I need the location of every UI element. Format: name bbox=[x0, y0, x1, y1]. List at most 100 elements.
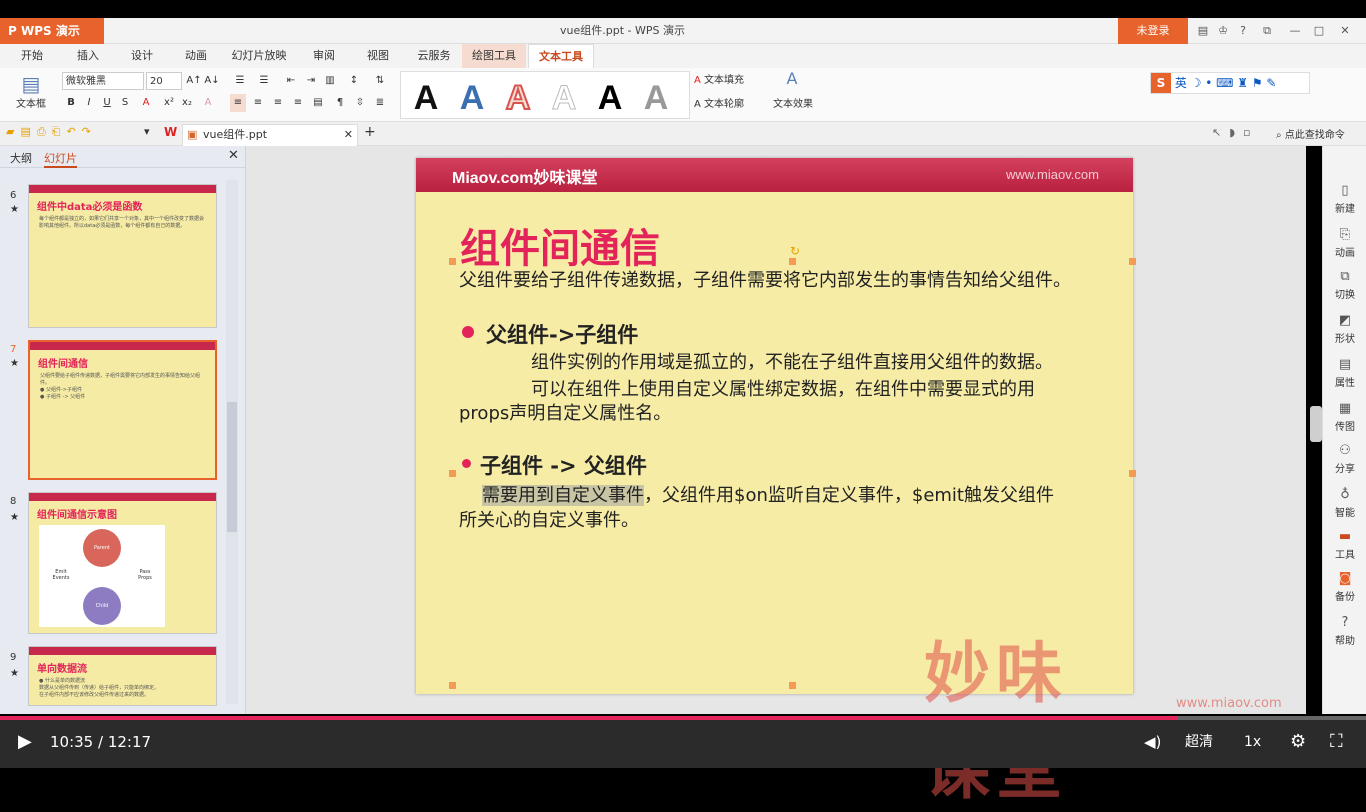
selection-handle[interactable] bbox=[1129, 470, 1136, 477]
font-size-select[interactable]: 20 bbox=[146, 72, 182, 90]
distribute-icon[interactable]: ▤ bbox=[310, 94, 326, 112]
restore-icon[interactable]: ⧉ bbox=[1256, 18, 1278, 44]
text-options-icon[interactable]: ≣ bbox=[372, 94, 388, 112]
tab-start[interactable]: 开始 bbox=[8, 44, 56, 68]
quality-button[interactable]: 超清 bbox=[1185, 716, 1213, 768]
share-button[interactable]: ⚇ 分享 bbox=[1323, 442, 1366, 486]
quick-tools-icon[interactable]: ▰▤⎙⎗↶↷ bbox=[6, 125, 97, 139]
selection-handle[interactable] bbox=[449, 258, 456, 265]
tab-outline[interactable]: 大纲 bbox=[10, 150, 32, 166]
help-button[interactable]: ? 帮助 bbox=[1323, 614, 1366, 658]
bold-icon[interactable]: B bbox=[64, 94, 78, 112]
speed-button[interactable]: 1x bbox=[1244, 716, 1261, 768]
tab-text-tools[interactable]: 文本工具 bbox=[528, 44, 594, 68]
tab-cloud[interactable]: 云服务 bbox=[408, 44, 460, 68]
tab-review[interactable]: 审阅 bbox=[300, 44, 348, 68]
new-button[interactable]: ▯ 新建 bbox=[1323, 182, 1366, 226]
slide[interactable]: Miaov.com妙味课堂 www.miaov.com 组件间通信 ↻ 父组件要… bbox=[416, 158, 1282, 808]
selection-handle[interactable] bbox=[789, 682, 796, 689]
settings-icon[interactable]: ⚙ bbox=[1290, 716, 1306, 768]
ime-mode[interactable]: 英 bbox=[1175, 76, 1187, 90]
columns-icon[interactable]: ▥ bbox=[320, 72, 340, 90]
subscript-icon[interactable]: x₂ bbox=[180, 94, 194, 112]
align-center-icon[interactable]: ≡ bbox=[250, 94, 266, 112]
shrink-font-icon[interactable]: A↓ bbox=[204, 72, 220, 90]
heading-parent-to-child[interactable]: 父组件->子组件 bbox=[486, 319, 638, 349]
paragraph-scope[interactable]: 组件实例的作用域是孤立的，不能在子组件直接用父组件的数据。 bbox=[531, 348, 1053, 374]
login-button[interactable]: 未登录 bbox=[1118, 18, 1188, 44]
selected-text[interactable]: 需要用到自定义事件 bbox=[482, 485, 644, 506]
text-effect-button[interactable]: 文本效果 bbox=[766, 96, 820, 114]
paragraph-props-1[interactable]: 可以在组件上使用自定义属性绑定数据，在组件中需要显式的用 bbox=[531, 375, 1035, 401]
grow-font-icon[interactable]: A↑ bbox=[186, 72, 202, 90]
font-color-icon[interactable]: A bbox=[138, 94, 154, 112]
tab-view[interactable]: 视图 bbox=[354, 44, 402, 68]
close-icon[interactable]: ✕ bbox=[1334, 18, 1356, 44]
text-fill-button[interactable]: A 文本填充 bbox=[694, 72, 764, 90]
file-tab[interactable]: ▣ vue组件.ppt ✕ bbox=[182, 124, 358, 146]
art-style-red-outline[interactable]: A bbox=[497, 78, 539, 118]
canvas-scroll-thumb[interactable] bbox=[1310, 406, 1322, 442]
skin-icon[interactable]: ▤ bbox=[1192, 18, 1214, 44]
maximize-icon[interactable]: □ bbox=[1308, 18, 1330, 44]
heading-child-to-parent[interactable]: 子组件 -> 父组件 bbox=[480, 450, 647, 480]
tab-drawing-tools[interactable]: 绘图工具 bbox=[462, 44, 526, 68]
panel-scroll-thumb[interactable] bbox=[227, 402, 237, 532]
shape-button[interactable]: ◩ 形状 bbox=[1323, 312, 1366, 356]
text-outline-button[interactable]: A 文本轮廓 bbox=[694, 96, 764, 114]
align-right-icon[interactable]: ≡ bbox=[270, 94, 286, 112]
clear-format-icon[interactable]: A bbox=[200, 94, 216, 112]
more-icon[interactable]: ▾ bbox=[144, 125, 150, 138]
smart-button[interactable]: ♁ 智能 bbox=[1323, 486, 1366, 530]
text-direction-icon[interactable]: ⇅ bbox=[370, 72, 390, 90]
line-spacing-icon[interactable]: ↕ bbox=[344, 72, 364, 90]
transition-button[interactable]: ⧉ 切换 bbox=[1323, 268, 1366, 312]
paragraph-events-2[interactable]: 所关心的自定义事件。 bbox=[459, 506, 639, 532]
tab-design[interactable]: 设计 bbox=[118, 44, 166, 68]
tab-animation[interactable]: 动画 bbox=[172, 44, 220, 68]
tab-slideshow[interactable]: 幻灯片放映 bbox=[226, 44, 292, 68]
shirt-icon[interactable]: ♔ bbox=[1212, 18, 1234, 44]
play-icon[interactable]: ▶ bbox=[18, 716, 32, 768]
slide-intro[interactable]: 父组件要给子组件传递数据，子组件需要将它内部发生的事情告知给父组件。 bbox=[459, 266, 1071, 292]
paragraph-events-1[interactable]: 需要用到自定义事件，父组件用$on监听自定义事件，$emit触发父组件 bbox=[482, 481, 1054, 507]
backup-button[interactable]: ◙ 备份 bbox=[1323, 570, 1366, 614]
command-search[interactable]: ⌕ 点此查找命令 bbox=[1276, 126, 1345, 141]
art-style-black[interactable]: A bbox=[405, 78, 447, 118]
tab-slides[interactable]: 幻灯片 bbox=[44, 150, 77, 168]
paragraph-props-2[interactable]: props声明自定义属性名。 bbox=[459, 399, 671, 425]
art-style-bold-black[interactable]: A bbox=[589, 78, 631, 118]
slide-thumbnail[interactable]: 单向数据流 ● 什么是单向数据流 数据从父组件传到（传递）给子组件，只能单向绑定… bbox=[28, 646, 217, 706]
selection-handle[interactable] bbox=[449, 682, 456, 689]
property-button[interactable]: ▤ 属性 bbox=[1323, 356, 1366, 400]
close-panel-icon[interactable]: ✕ bbox=[228, 148, 239, 163]
fullscreen-icon[interactable]: ⛶ bbox=[1330, 716, 1343, 768]
tools-button[interactable]: ▬ 工具 bbox=[1323, 528, 1366, 572]
slide-thumbnail[interactable]: 组件中data必须是函数 每个组件都是独立的，如果它们共享一个对象，其中一个组件… bbox=[28, 184, 217, 328]
art-style-white[interactable]: A bbox=[543, 78, 585, 118]
help-icon[interactable]: ? bbox=[1232, 18, 1254, 44]
ime-tools-icon[interactable]: ☽ • ⌨ ♜ ⚑ ✎ bbox=[1191, 76, 1277, 90]
justify-icon[interactable]: ≡ bbox=[290, 94, 306, 112]
volume-icon[interactable]: ◀) bbox=[1144, 716, 1161, 768]
ime-toolbar[interactable]: S 英 ☽ • ⌨ ♜ ⚑ ✎ bbox=[1150, 72, 1310, 94]
slide-thumbnail[interactable]: 组件间通信示意图 Parent Child Emit Events Pass P… bbox=[28, 492, 217, 634]
rotate-handle-icon[interactable]: ↻ bbox=[790, 244, 800, 258]
shadow-icon[interactable]: S bbox=[118, 94, 132, 112]
upload-image-button[interactable]: ▦ 传图 bbox=[1323, 400, 1366, 444]
textbox-button[interactable]: ▤ 文本框 bbox=[8, 72, 54, 118]
superscript-icon[interactable]: x² bbox=[162, 94, 176, 112]
align-left-icon[interactable]: ≡ bbox=[230, 94, 246, 112]
bullets-icon[interactable]: ☰ bbox=[230, 72, 250, 90]
underline-icon[interactable]: U bbox=[100, 94, 114, 112]
para-spacing-icon[interactable]: ¶ bbox=[332, 94, 348, 112]
slide-thumbnail-selected[interactable]: 组件间通信 父组件要给子组件传递数据，子组件需要将它内部发生的事情告知给父组件。… bbox=[28, 340, 217, 480]
selection-handle[interactable] bbox=[1129, 258, 1136, 265]
canvas-scrollbar[interactable] bbox=[1310, 150, 1322, 710]
numbering-icon[interactable]: ☰ bbox=[254, 72, 274, 90]
animation-button[interactable]: ⎘ 动画 bbox=[1323, 226, 1366, 270]
new-tab-icon[interactable]: + bbox=[364, 124, 376, 140]
font-name-select[interactable]: 微软雅黑 bbox=[62, 72, 144, 90]
selection-handle[interactable] bbox=[789, 258, 796, 265]
art-style-blue[interactable]: A bbox=[451, 78, 493, 118]
